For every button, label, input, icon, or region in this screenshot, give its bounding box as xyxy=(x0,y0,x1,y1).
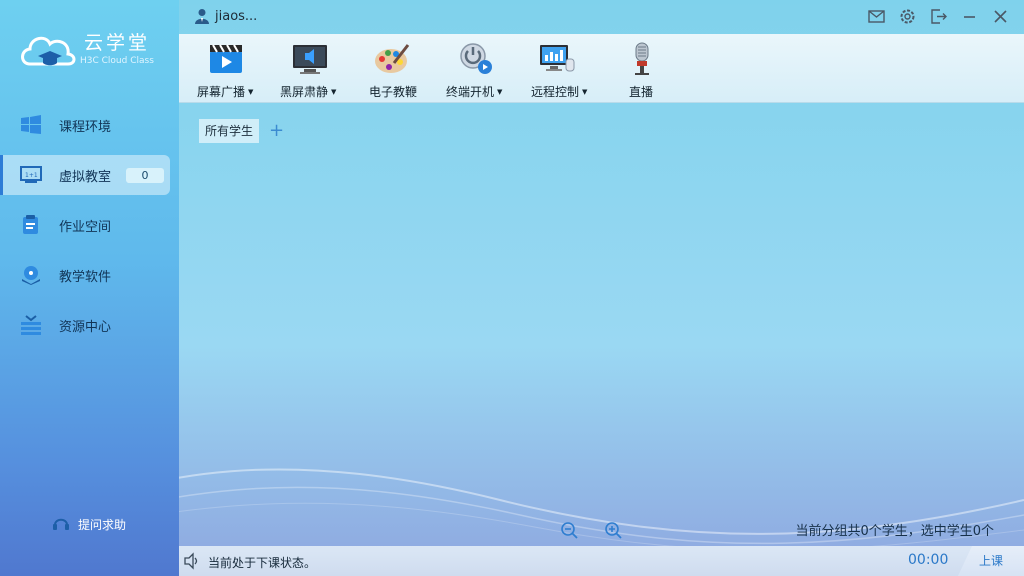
user-avatar-icon xyxy=(195,9,209,24)
mail-icon[interactable] xyxy=(867,7,886,26)
microphone-icon xyxy=(635,42,649,75)
status-bar: 当前处于下课状态。 00:00 上课 xyxy=(179,546,1024,576)
user-name: jiaos... xyxy=(215,8,258,24)
sidebar-item-course-env[interactable]: 课程环境 xyxy=(0,105,179,145)
logo-subtitle: H3C Cloud Class xyxy=(80,56,154,66)
sidebar: 云学堂 H3C Cloud Class 课程环境 1+1 虚拟教室 0 作业空间… xyxy=(0,0,179,576)
zoom-out-icon[interactable] xyxy=(560,521,578,539)
sidebar-item-resource-center[interactable]: 资源中心 xyxy=(0,305,179,345)
app-window: 云学堂 H3C Cloud Class 课程环境 1+1 虚拟教室 0 作业空间… xyxy=(0,0,1024,576)
settings-gear-icon[interactable] xyxy=(898,7,917,26)
windows-icon xyxy=(21,115,41,134)
black-screen-button[interactable]: 黑屏肃静 ▼ xyxy=(274,34,346,102)
close-icon[interactable] xyxy=(991,7,1010,26)
palette-icon xyxy=(375,44,410,73)
title-bar: jiaos... xyxy=(179,0,1024,34)
tab-all-students[interactable]: 所有学生 xyxy=(199,119,260,143)
tool-label: 终端开机 ▼ xyxy=(446,85,503,99)
zoom-in-icon[interactable] xyxy=(604,521,622,539)
headset-icon xyxy=(53,518,69,530)
screen-broadcast-icon xyxy=(210,44,242,73)
add-group-button[interactable]: + xyxy=(269,120,284,141)
student-count-text: 当前分组共0个学生，选中学生0个 xyxy=(795,524,994,539)
start-class-button[interactable]: 上课 xyxy=(958,546,1024,576)
help-label: 提问求助 xyxy=(78,517,127,532)
sidebar-item-label: 虚拟教室 xyxy=(59,170,112,185)
group-tabs: 所有学生 + xyxy=(199,119,284,143)
sidebar-item-label: 教学软件 xyxy=(59,270,112,285)
toolbar: 屏幕广播 ▼ 黑屏肃静 ▼ 电子教鞭 终端开机 ▼ 远程控制 ▼ 直播 xyxy=(179,34,1024,103)
help-button[interactable]: 提问求助 xyxy=(52,515,126,533)
sidebar-item-teaching-software[interactable]: 教学软件 xyxy=(0,255,179,295)
terminal-power-on-button[interactable]: 终端开机 ▼ xyxy=(443,34,509,102)
window-controls xyxy=(867,7,1010,26)
tool-label: 远程控制 ▼ xyxy=(531,85,588,99)
classroom-count-badge: 0 xyxy=(126,168,164,183)
sidebar-item-label: 资源中心 xyxy=(59,320,112,335)
logo-title: 云学堂 xyxy=(84,32,151,54)
sidebar-nav: 课程环境 1+1 虚拟教室 0 作业空间 教学软件 资源中心 xyxy=(0,105,179,355)
screen-broadcast-button[interactable]: 屏幕广播 ▼ xyxy=(191,34,263,102)
sidebar-item-virtual-classroom[interactable]: 1+1 虚拟教室 0 xyxy=(0,155,170,195)
classroom-icon: 1+1 xyxy=(20,166,42,183)
sidebar-item-homework[interactable]: 作业空间 xyxy=(0,205,179,245)
live-broadcast-button[interactable]: 直播 xyxy=(619,34,665,102)
resource-icon xyxy=(21,315,41,335)
tool-label: 电子教鞭 xyxy=(369,85,418,99)
svg-text:1+1: 1+1 xyxy=(25,172,38,179)
remote-control-button[interactable]: 远程控制 ▼ xyxy=(527,34,599,102)
software-disc-icon xyxy=(22,266,40,285)
black-screen-icon xyxy=(293,45,327,74)
remote-control-icon xyxy=(540,45,575,72)
minimize-icon[interactable] xyxy=(960,7,979,26)
speaker-icon[interactable] xyxy=(183,552,201,570)
tool-label: 黑屏肃静 ▼ xyxy=(280,85,337,99)
logo: 云学堂 H3C Cloud Class xyxy=(18,26,168,76)
homework-icon xyxy=(23,215,38,234)
class-timer: 00:00 xyxy=(908,552,949,568)
sidebar-item-label: 作业空间 xyxy=(59,220,112,235)
power-on-icon xyxy=(460,43,492,74)
user-info[interactable]: jiaos... xyxy=(195,8,257,24)
tool-label: 屏幕广播 ▼ xyxy=(197,85,254,99)
tool-label: 直播 xyxy=(629,85,654,99)
electronic-pointer-button[interactable]: 电子教鞭 xyxy=(361,34,427,102)
class-status-text: 当前处于下课状态。 xyxy=(208,556,317,570)
cloud-logo-icon xyxy=(21,36,76,66)
logout-icon[interactable] xyxy=(929,7,948,26)
sidebar-item-label: 课程环境 xyxy=(59,120,112,135)
